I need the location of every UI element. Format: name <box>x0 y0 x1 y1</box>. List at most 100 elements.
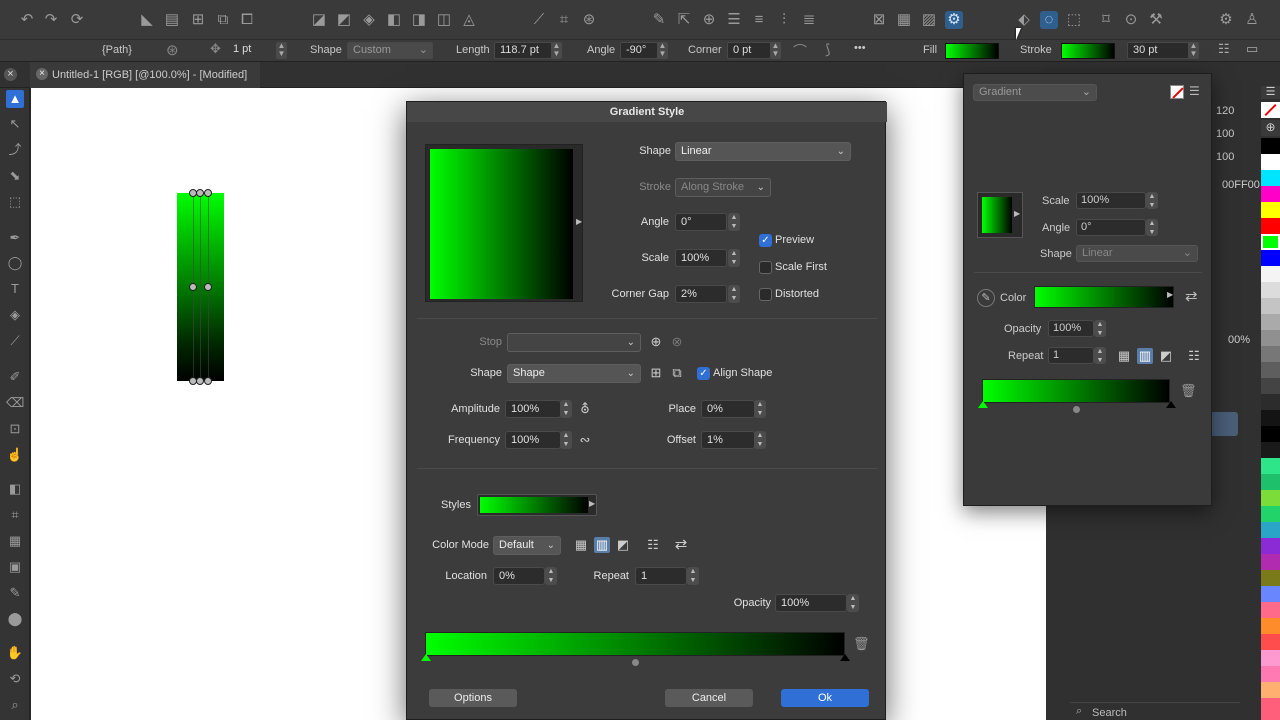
swatch-purple[interactable] <box>1261 538 1280 554</box>
hex-value[interactable]: 00FF00 <box>1222 179 1260 191</box>
swatch-green[interactable] <box>1261 234 1280 250</box>
adjust-icon[interactable]: ☷ <box>645 537 661 553</box>
preview-checkbox[interactable]: ✓ <box>759 234 772 247</box>
ok-button[interactable]: Ok <box>781 689 869 707</box>
crop-icon[interactable]: ⌗ <box>555 11 573 29</box>
location-field[interactable]: 0% <box>493 567 545 585</box>
length-stepper[interactable]: ▲ ▼ <box>551 42 562 59</box>
redo-icon[interactable]: ↷ <box>42 11 60 29</box>
swatch-near-black[interactable] <box>1261 442 1280 458</box>
add-shape-icon[interactable]: ⊞ <box>648 365 664 381</box>
angle-stepper[interactable]: ▲ ▼ <box>657 42 668 59</box>
swatch-rose[interactable] <box>1261 666 1280 682</box>
insert-icon[interactable]: ▤ <box>163 11 181 29</box>
scale-stepper[interactable]: ▲ ▼ <box>728 249 740 267</box>
swatch-salmon[interactable] <box>1261 698 1280 720</box>
guides-icon[interactable]: ▦ <box>895 11 913 29</box>
opacity-field[interactable]: 100% <box>775 594 847 612</box>
popover-angle-stepper[interactable]: ▲ ▼ <box>1146 219 1158 236</box>
swatch-teal[interactable] <box>1261 522 1280 538</box>
boolean-add-icon[interactable]: ◪ <box>310 11 328 29</box>
text-tool-icon[interactable]: T <box>6 280 24 298</box>
scale-field[interactable]: 100% <box>675 249 727 267</box>
popover-opacity-stepper[interactable]: ▲ ▼ <box>1094 320 1106 337</box>
rotate-tool-icon[interactable]: ⟲ <box>6 670 24 688</box>
boolean-divide-icon[interactable]: ◨ <box>410 11 428 29</box>
corner-smooth-icon[interactable]: ⟆ <box>825 41 830 58</box>
swatch-orange[interactable] <box>1261 618 1280 634</box>
popover-swap-icon[interactable]: ⇄ <box>1185 287 1198 305</box>
stroke-size-stepper[interactable]: ▲ ▼ <box>1188 42 1199 59</box>
layer-selection[interactable] <box>1210 412 1238 436</box>
styles-picker[interactable]: ▶ <box>477 494 597 516</box>
gradient-stop-start[interactable] <box>421 654 431 661</box>
swatch-yellow[interactable] <box>1261 202 1280 218</box>
boolean-subtract-icon[interactable]: ◩ <box>335 11 353 29</box>
popover-shape-select[interactable]: Linear ⌄ <box>1076 245 1198 262</box>
swatch-light-pink[interactable] <box>1261 650 1280 666</box>
search-box[interactable]: ⌕ Search <box>1070 702 1240 720</box>
swatch-cyan[interactable] <box>1261 170 1280 186</box>
align-top-icon[interactable]: ☰ <box>725 11 743 29</box>
hatch-icon[interactable]: ▨ <box>920 11 938 29</box>
repeat-stepper[interactable]: ▲ ▼ <box>687 567 699 585</box>
pattern-icon[interactable]: ⊛ <box>580 11 598 29</box>
swatch-gray-7[interactable] <box>1261 362 1280 378</box>
swatch-gray-6[interactable] <box>1261 346 1280 362</box>
popover-trash-icon[interactable]: 🗑 <box>1180 383 1197 399</box>
stroke-select[interactable]: Along Stroke ⌄ <box>675 178 771 197</box>
swatch-gray-3[interactable] <box>1261 298 1280 314</box>
popover-midpoint[interactable] <box>1073 406 1080 413</box>
arrange-icon[interactable]: ⧉ <box>214 11 232 29</box>
distribute-icon[interactable]: ≣ <box>800 11 818 29</box>
angle-field[interactable]: -90° <box>620 42 658 59</box>
lasso-icon[interactable]: ◌ <box>1040 11 1058 29</box>
location-stepper[interactable]: ▲ ▼ <box>545 567 557 585</box>
gradient-midpoint[interactable] <box>632 659 639 666</box>
transform-icon[interactable]: ⌑ <box>1097 11 1115 29</box>
swatch-gray-2[interactable] <box>1261 282 1280 298</box>
gradient-tool-icon[interactable]: ⟋ <box>6 332 24 350</box>
frequency-stepper[interactable]: ▲ ▼ <box>560 431 572 449</box>
gradient-handle[interactable] <box>204 377 212 385</box>
document-tab[interactable]: × Untitled-1 [RGB] [@100.0%] - [Modified… <box>30 62 260 88</box>
stroke-style-icon[interactable]: ⊛ <box>166 41 179 59</box>
align-shape-checkbox[interactable]: ✓ <box>697 367 710 380</box>
effects-icon[interactable]: ⚙ <box>945 11 963 29</box>
settings-icon[interactable]: ⊙ <box>1122 11 1140 29</box>
swatch-peach[interactable] <box>1261 682 1280 698</box>
corner-gap-stepper[interactable]: ▲ ▼ <box>728 285 740 303</box>
popover-mode-icon[interactable]: ▥ <box>1137 348 1153 364</box>
close-all-icon[interactable]: × <box>4 68 17 81</box>
gradient-stop-end[interactable] <box>840 654 850 661</box>
eraser-tool-icon[interactable]: ⌫ <box>6 394 24 412</box>
shape-library-icon[interactable]: ⧉ <box>669 365 685 381</box>
shape-select[interactable]: Linear ⌄ <box>675 142 851 161</box>
stop-shape-select[interactable]: Shape ⌄ <box>507 364 641 383</box>
gradient-ramp[interactable] <box>425 632 845 656</box>
zoom-tool-icon[interactable]: ⌕ <box>6 696 24 714</box>
swatch-gray-8[interactable] <box>1261 378 1280 394</box>
popover-opacity-field[interactable]: 100% <box>1048 320 1094 337</box>
swatch-magenta[interactable] <box>1261 186 1280 202</box>
styles-expand-icon[interactable]: ▶ <box>589 499 595 508</box>
person-icon[interactable]: ♙ <box>1243 11 1261 29</box>
registration-icon[interactable]: ⊕ <box>1261 120 1280 136</box>
eyedropper-tool-icon[interactable]: ✎ <box>6 584 24 602</box>
node-tool-icon[interactable]: ⟋ <box>530 11 548 29</box>
stroke-size-field[interactable]: 30 pt <box>1127 42 1189 59</box>
checker-icon[interactable]: ▦ <box>573 537 589 553</box>
popover-color-expand-icon[interactable]: ▶ <box>1167 290 1173 299</box>
remove-stop-icon[interactable]: ⊗ <box>669 334 685 350</box>
swatch-violet[interactable] <box>1261 554 1280 570</box>
swatch-black[interactable] <box>1261 138 1280 154</box>
grid-icon[interactable]: ⊕ <box>700 11 718 29</box>
more-options-icon[interactable]: ••• <box>854 42 866 54</box>
swatch-gray-10[interactable] <box>1261 410 1280 426</box>
boolean-exclude-icon[interactable]: ◧ <box>385 11 403 29</box>
offset-field[interactable]: 1% <box>701 431 755 449</box>
gradient-handle[interactable] <box>196 377 204 385</box>
corner-stepper[interactable]: ▲ ▼ <box>770 42 781 59</box>
swatch-pink[interactable] <box>1261 602 1280 618</box>
amplitude-stepper[interactable]: ▲ ▼ <box>560 400 572 418</box>
